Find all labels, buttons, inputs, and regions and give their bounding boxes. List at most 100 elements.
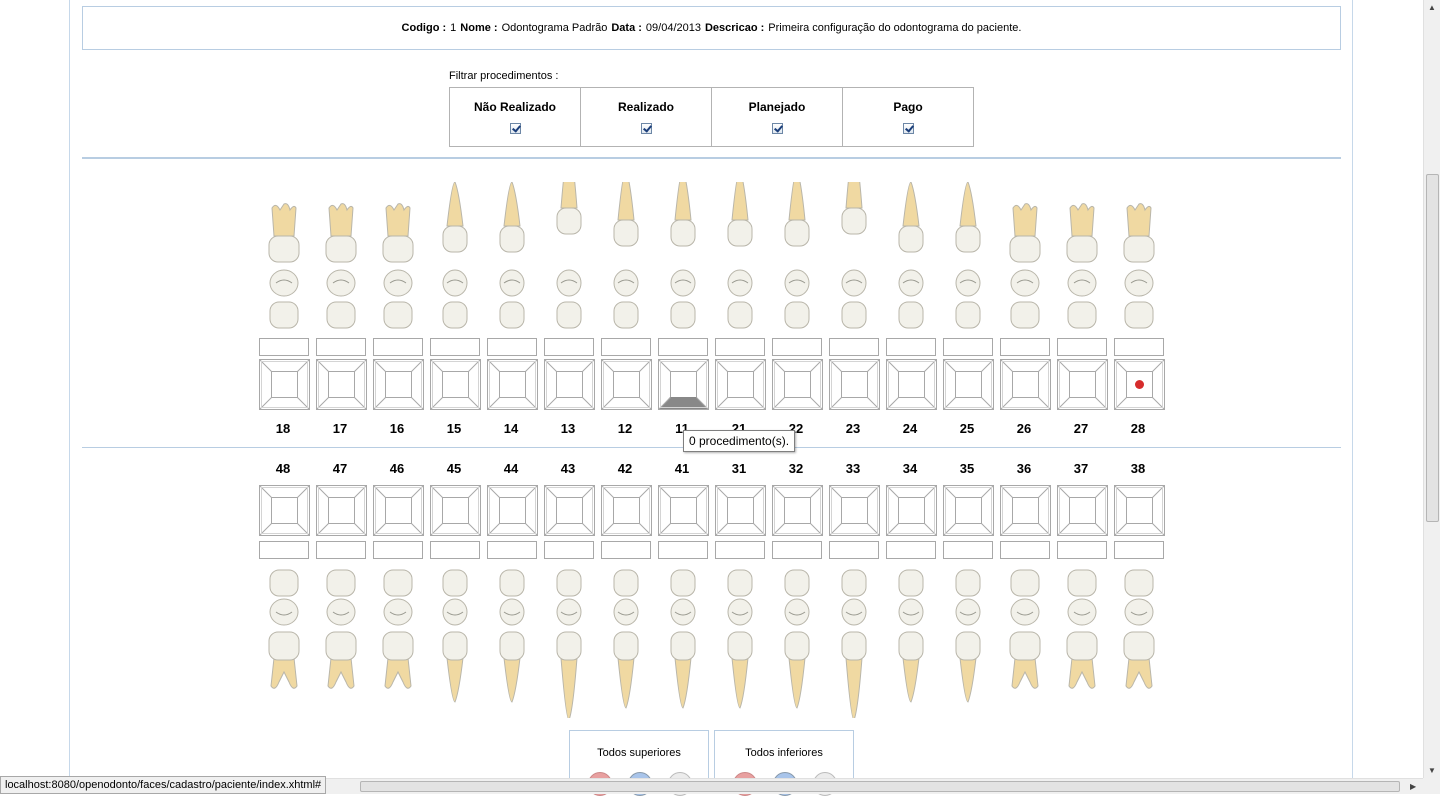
tooth-label-box[interactable] [430, 338, 480, 356]
vertical-scroll-thumb[interactable] [1426, 174, 1439, 522]
tooth-label-box[interactable] [886, 541, 936, 559]
tooth-drawing[interactable] [259, 182, 309, 332]
tooth-label-box[interactable] [772, 541, 822, 559]
tooth-label-box[interactable] [886, 338, 936, 356]
tooth-faces-47[interactable] [316, 485, 367, 536]
tooth-faces-46[interactable] [373, 485, 424, 536]
tooth-label-box[interactable] [601, 541, 651, 559]
tooth-drawing[interactable] [943, 568, 993, 718]
tooth-drawing[interactable] [1114, 568, 1164, 718]
tooth-label-box[interactable] [544, 338, 594, 356]
tooth-drawing[interactable] [829, 568, 879, 718]
tooth-faces-34[interactable] [886, 485, 937, 536]
tooth-label-box[interactable] [658, 541, 708, 559]
tooth-label-box[interactable] [430, 541, 480, 559]
tooth-drawing[interactable] [772, 182, 822, 332]
tooth-drawing[interactable] [715, 182, 765, 332]
tooth-faces-16[interactable] [373, 359, 424, 410]
horizontal-scroll-thumb[interactable] [360, 781, 1400, 792]
tooth-label-box[interactable] [487, 338, 537, 356]
tooth-label-box[interactable] [259, 541, 309, 559]
tooth-drawing[interactable] [1114, 182, 1164, 332]
tooth-faces-21[interactable] [715, 359, 766, 410]
tooth-drawing[interactable] [658, 182, 708, 332]
tooth-faces-11[interactable] [658, 359, 709, 410]
filter-realizado-checkbox[interactable] [640, 123, 652, 134]
tooth-label-box[interactable] [544, 541, 594, 559]
vertical-scrollbar[interactable]: ▲ ▼ [1423, 0, 1440, 778]
tooth-faces-18[interactable] [259, 359, 310, 410]
scroll-down-icon[interactable]: ▼ [1428, 766, 1436, 775]
tooth-label-box[interactable] [259, 338, 309, 356]
scroll-right-icon[interactable]: ▶ [1410, 782, 1416, 791]
tooth-label-box[interactable] [601, 338, 651, 356]
tooth-drawing[interactable] [943, 182, 993, 332]
tooth-faces-33[interactable] [829, 485, 880, 536]
filter-planejado-checkbox[interactable] [771, 123, 783, 134]
tooth-drawing[interactable] [487, 568, 537, 718]
tooth-label-box[interactable] [1000, 541, 1050, 559]
tooth-drawing[interactable] [316, 182, 366, 332]
tooth-drawing[interactable] [829, 182, 879, 332]
tooth-faces-15[interactable] [430, 359, 481, 410]
tooth-label-box[interactable] [715, 338, 765, 356]
tooth-faces-13[interactable] [544, 359, 595, 410]
tooth-label-box[interactable] [1114, 338, 1164, 356]
tooth-faces-26[interactable] [1000, 359, 1051, 410]
tooth-faces-32[interactable] [772, 485, 823, 536]
tooth-drawing[interactable] [772, 568, 822, 718]
tooth-faces-38[interactable] [1114, 485, 1165, 536]
tooth-faces-25[interactable] [943, 359, 994, 410]
tooth-label-box[interactable] [658, 338, 708, 356]
tooth-drawing[interactable] [601, 182, 651, 332]
tooth-faces-23[interactable] [829, 359, 880, 410]
tooth-faces-14[interactable] [487, 359, 538, 410]
tooth-label-box[interactable] [1057, 338, 1107, 356]
tooth-faces-36[interactable] [1000, 485, 1051, 536]
tooth-label-box[interactable] [715, 541, 765, 559]
tooth-faces-45[interactable] [430, 485, 481, 536]
tooth-drawing[interactable] [259, 568, 309, 718]
tooth-label-box[interactable] [943, 541, 993, 559]
tooth-drawing[interactable] [544, 182, 594, 332]
tooth-label-box[interactable] [316, 541, 366, 559]
tooth-faces-22[interactable] [772, 359, 823, 410]
tooth-drawing[interactable] [316, 568, 366, 718]
tooth-drawing[interactable] [544, 568, 594, 718]
tooth-label-box[interactable] [1114, 541, 1164, 559]
tooth-faces-43[interactable] [544, 485, 595, 536]
tooth-drawing[interactable] [487, 182, 537, 332]
filter-pago-checkbox[interactable] [902, 123, 914, 134]
tooth-label-box[interactable] [1000, 338, 1050, 356]
tooth-faces-24[interactable] [886, 359, 937, 410]
tooth-drawing[interactable] [1057, 568, 1107, 718]
scroll-up-icon[interactable]: ▲ [1428, 3, 1436, 12]
tooth-drawing[interactable] [373, 182, 423, 332]
tooth-faces-37[interactable] [1057, 485, 1108, 536]
tooth-label-box[interactable] [829, 338, 879, 356]
tooth-drawing[interactable] [373, 568, 423, 718]
tooth-faces-27[interactable] [1057, 359, 1108, 410]
tooth-faces-31[interactable] [715, 485, 766, 536]
tooth-drawing[interactable] [886, 182, 936, 332]
tooth-faces-44[interactable] [487, 485, 538, 536]
tooth-label-box[interactable] [487, 541, 537, 559]
tooth-drawing[interactable] [658, 568, 708, 718]
tooth-faces-41[interactable] [658, 485, 709, 536]
tooth-label-box[interactable] [373, 338, 423, 356]
tooth-label-box[interactable] [772, 338, 822, 356]
tooth-drawing[interactable] [430, 182, 480, 332]
filter-nao-realizado-checkbox[interactable] [509, 123, 521, 134]
tooth-label-box[interactable] [943, 338, 993, 356]
tooth-drawing[interactable] [715, 568, 765, 718]
tooth-label-box[interactable] [316, 338, 366, 356]
tooth-faces-42[interactable] [601, 485, 652, 536]
tooth-drawing[interactable] [1000, 182, 1050, 332]
tooth-label-box[interactable] [829, 541, 879, 559]
tooth-drawing[interactable] [1000, 568, 1050, 718]
tooth-faces-12[interactable] [601, 359, 652, 410]
tooth-label-box[interactable] [373, 541, 423, 559]
tooth-faces-28[interactable] [1114, 359, 1165, 410]
tooth-drawing[interactable] [886, 568, 936, 718]
tooth-faces-35[interactable] [943, 485, 994, 536]
